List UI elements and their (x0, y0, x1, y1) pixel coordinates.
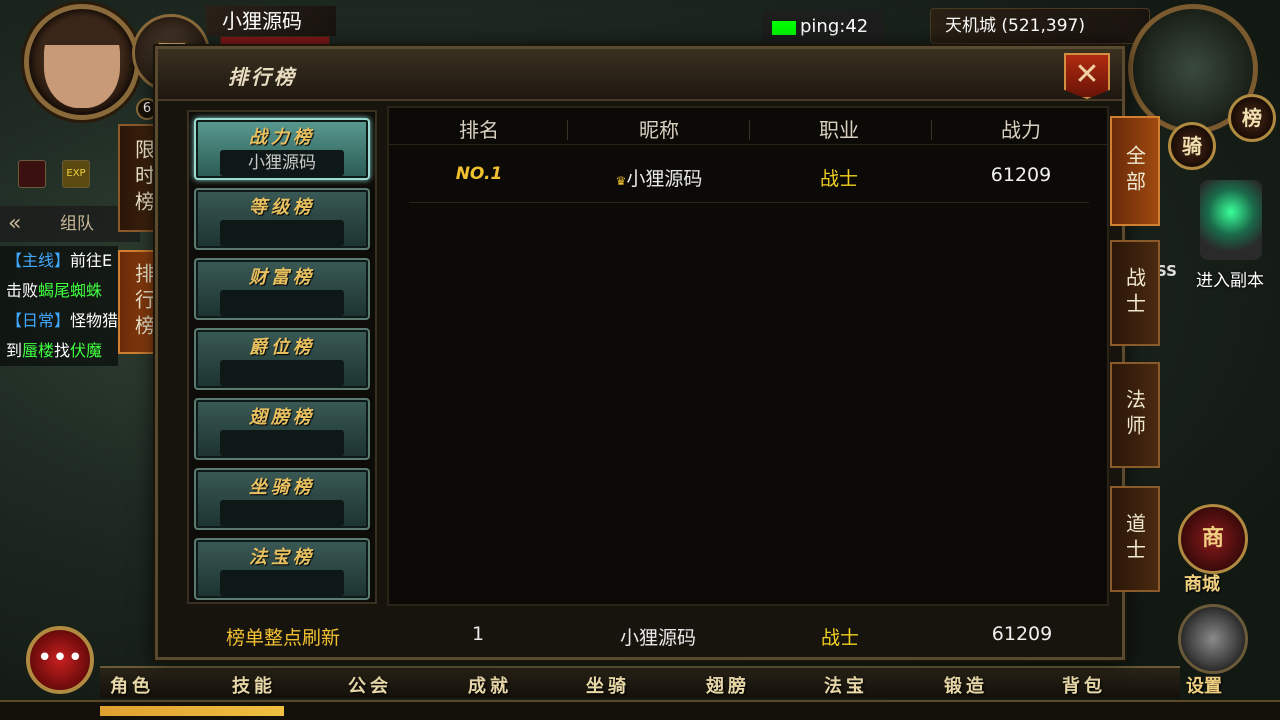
category-top-player (220, 500, 344, 526)
signal-icon (772, 21, 796, 35)
xp-bar (0, 700, 1280, 720)
category-label: 等级榜 (249, 197, 315, 218)
nav-forge[interactable]: 锻造 (944, 672, 988, 698)
leaderboard-dialog: 排行榜 ✕ 战力榜 小狸源码 等级榜 财富榜 爵位榜 翅膀榜 坐骑榜 法宝榜 排… (155, 46, 1125, 660)
category-label: 法宝榜 (249, 547, 315, 568)
exp-buff-icon[interactable]: EXP (62, 160, 90, 188)
player-avatar[interactable] (44, 18, 120, 108)
category-top-player: 小狸源码 (220, 150, 344, 176)
quest-line-daily: 【日常】怪物猎 (6, 311, 118, 330)
row-nickname-text: 小狸源码 (626, 168, 703, 190)
category-top-player (220, 360, 344, 386)
nav-treasure[interactable]: 法宝 (824, 672, 868, 698)
player-hp-bar (220, 36, 330, 46)
quest-line-daily-target: 到蜃楼找伏魔 (6, 341, 103, 360)
mall-button[interactable]: 商 (1178, 504, 1248, 574)
row-rank: NO.1 (455, 164, 503, 184)
category-combat-power[interactable]: 战力榜 小狸源码 (194, 118, 370, 180)
nav-mount[interactable]: 坐骑 (586, 672, 630, 698)
column-header-rank: 排名 (459, 118, 499, 142)
column-header-nickname: 昵称 (639, 118, 679, 142)
column-header-power: 战力 (1001, 118, 1041, 142)
quest-line-main-target: 击败蝎尾蜘蛛 (6, 281, 103, 300)
ping-indicator: ping:42 (762, 10, 884, 46)
nav-skills[interactable]: 技能 (232, 672, 276, 698)
my-nickname: 小狸源码 (619, 627, 696, 649)
rank-button[interactable]: 榜 (1228, 94, 1276, 142)
category-label: 战力榜 (249, 127, 315, 148)
row-class: 战士 (819, 168, 858, 190)
ride-button[interactable]: 骑 (1168, 122, 1216, 170)
close-button[interactable]: ✕ (1064, 53, 1110, 99)
category-top-player (220, 290, 344, 316)
row-power: 61209 (990, 164, 1052, 186)
settings-gear-icon[interactable] (1178, 604, 1248, 674)
category-mount[interactable]: 坐骑榜 (194, 468, 370, 530)
quest-tracker[interactable]: 【主线】前往E 击败蝎尾蜘蛛 【日常】怪物猎 到蜃楼找伏魔 (0, 246, 118, 366)
refresh-note: 榜单整点刷新 (225, 627, 340, 649)
category-wealth[interactable]: 财富榜 (194, 258, 370, 320)
settings-label[interactable]: 设置 (1186, 672, 1222, 698)
team-tab-label: 组队 (60, 214, 94, 234)
filter-mage[interactable]: 法师 (1110, 362, 1160, 468)
category-nobility[interactable]: 爵位榜 (194, 328, 370, 390)
category-list: 战力榜 小狸源码 等级榜 财富榜 爵位榜 翅膀榜 坐骑榜 法宝榜 (187, 110, 377, 604)
my-rank: 1 (471, 623, 485, 645)
category-label: 财富榜 (249, 267, 315, 288)
mall-label[interactable]: 商城 (1184, 570, 1220, 596)
collapse-chevron-icon[interactable]: « (8, 206, 21, 242)
quest-line-main: 【主线】前往E (6, 251, 113, 270)
my-power: 61209 (991, 623, 1053, 645)
category-label: 爵位榜 (249, 337, 315, 358)
ping-text: ping:42 (800, 16, 869, 37)
bottom-nav-bar: 角色 技能 公会 成就 坐骑 翅膀 法宝 锻造 背包 (100, 666, 1180, 698)
header-divider (389, 144, 1107, 145)
dungeon-portal-icon[interactable] (1200, 180, 1262, 260)
nav-bag[interactable]: 背包 (1062, 672, 1106, 698)
filter-all[interactable]: 全部 (1110, 116, 1160, 226)
category-wings[interactable]: 翅膀榜 (194, 398, 370, 460)
my-ranking-footer: 榜单整点刷新 1 小狸源码 战士 61209 (158, 613, 1122, 657)
xp-bar-fill (100, 706, 284, 716)
chat-button[interactable]: ••• (26, 626, 94, 694)
column-divider (567, 120, 568, 140)
dialog-title: 排行榜 (228, 65, 297, 89)
ranking-table: 排名 昵称 职业 战力 NO.1 ♛小狸源码 战士 61209 (387, 106, 1109, 606)
buff-icon-red[interactable] (18, 160, 46, 188)
nav-wings[interactable]: 翅膀 (706, 672, 750, 698)
category-label: 翅膀榜 (249, 407, 315, 428)
crown-icon: ♛ (615, 174, 627, 188)
nav-achievements[interactable]: 成就 (468, 672, 512, 698)
dialog-header: 排行榜 ✕ (158, 49, 1122, 101)
filter-taoist[interactable]: 道士 (1110, 486, 1160, 592)
column-header-class: 职业 (819, 118, 859, 142)
category-top-player (220, 570, 344, 596)
category-label: 坐骑榜 (249, 477, 315, 498)
category-top-player (220, 430, 344, 456)
location-label: 天机城 (521,397) (930, 8, 1150, 44)
category-level[interactable]: 等级榜 (194, 188, 370, 250)
row-nickname[interactable]: ♛小狸源码 (569, 164, 749, 191)
filter-warrior[interactable]: 战士 (1110, 240, 1160, 346)
category-treasure[interactable]: 法宝榜 (194, 538, 370, 600)
dungeon-label[interactable]: 进入副本 (1196, 266, 1264, 291)
nav-character[interactable]: 角色 (110, 672, 154, 698)
category-top-player (220, 220, 344, 246)
nav-guild[interactable]: 公会 (348, 672, 392, 698)
player-name: 小狸源码 (206, 6, 336, 36)
my-class: 战士 (820, 627, 859, 649)
row-divider (409, 202, 1089, 203)
